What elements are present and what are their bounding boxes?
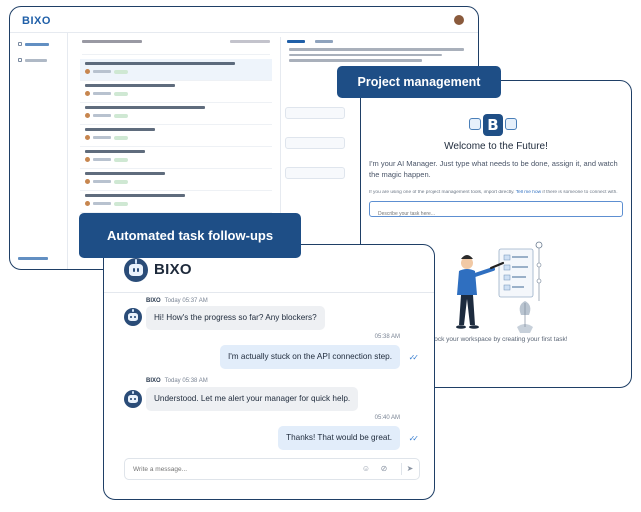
task-input[interactable] — [378, 207, 622, 221]
task-row[interactable] — [80, 169, 272, 191]
message-meta: BIXO Today 05:37 AM — [146, 298, 208, 304]
task-list-search[interactable] — [82, 49, 270, 55]
attach-icon[interactable]: ⊘ — [379, 464, 389, 474]
message-sender: BIXO — [146, 298, 161, 304]
logo-letter: B — [483, 114, 503, 136]
empty-state-tagline: Unlock your workspace by creating your f… — [424, 336, 568, 343]
message-day: Today — [164, 298, 181, 304]
emoji-icon[interactable]: ☺ — [361, 464, 371, 474]
task-row[interactable] — [80, 147, 272, 169]
detail-tabs — [281, 37, 472, 45]
message-bubble-incoming: Hi! How's the progress so far? Any block… — [146, 306, 325, 330]
task-row[interactable] — [80, 59, 272, 81]
chat-window: BIXO BIXO Today 05:37 AM Hi! How's the pr… — [103, 244, 435, 500]
message-time: 05:40 AM — [374, 415, 400, 421]
avatar[interactable] — [454, 15, 464, 25]
bixo-bot-icon — [124, 390, 142, 408]
dashboard-topbar: BIXO — [10, 7, 478, 33]
sidebar-item-icon — [18, 42, 22, 46]
dashboard-logo: BIXO — [22, 15, 51, 27]
import-hint-suffix: if there is someone to connect with. — [542, 190, 618, 195]
robot-icon — [505, 118, 517, 130]
message-bubble-incoming: Understood. Let me alert your manager fo… — [146, 387, 359, 411]
message-composer[interactable]: ☺ ⊘ ➤ — [124, 458, 420, 480]
message-time: 05:38 AM — [182, 378, 208, 384]
tab-details[interactable] — [287, 40, 305, 43]
project-management-label: Project management — [337, 66, 501, 98]
read-receipt-icon: ✓✓ — [408, 353, 420, 362]
dashboard-sidebar — [10, 33, 68, 269]
welcome-intro: I'm your AI Manager. Just type what need… — [369, 159, 618, 179]
task-row[interactable] — [80, 81, 272, 103]
sidebar-item-icon — [18, 58, 22, 62]
detail-message — [285, 167, 345, 179]
message-input[interactable] — [133, 459, 333, 479]
message-meta: BIXO Today 05:38 AM — [146, 378, 208, 384]
detail-message — [285, 107, 345, 119]
message-sender: BIXO — [146, 378, 161, 384]
sidebar-footer[interactable] — [18, 256, 48, 261]
task-row[interactable] — [80, 103, 272, 125]
message-time: 05:38 AM — [374, 334, 400, 340]
detail-message — [285, 137, 345, 149]
bixo-logo: B — [469, 114, 517, 136]
man-with-checklist-illustration — [456, 241, 543, 333]
read-receipt-icon: ✓✓ — [408, 434, 420, 443]
task-input-field[interactable] — [369, 201, 623, 221]
sidebar-item[interactable] — [18, 55, 59, 65]
import-hint: If you are using one of the project mana… — [369, 190, 627, 195]
send-icon[interactable]: ➤ — [405, 464, 415, 474]
bixo-bot-icon — [124, 258, 148, 282]
composer-divider — [401, 463, 402, 475]
robot-icon — [469, 118, 481, 130]
sidebar-item-active[interactable] — [18, 39, 59, 49]
message-bubble-outgoing: Thanks! That would be great. — [278, 426, 400, 450]
message-time: 05:37 AM — [182, 298, 208, 304]
task-row[interactable] — [80, 125, 272, 147]
chat-title: BIXO — [154, 261, 192, 278]
automated-followups-label: Automated task follow-ups — [79, 213, 301, 258]
message-bubble-outgoing: I'm actually stuck on the API connection… — [219, 345, 400, 369]
welcome-heading: Welcome to the Future! — [444, 141, 548, 152]
bixo-bot-icon — [124, 308, 142, 326]
task-row[interactable] — [80, 191, 272, 213]
task-list-header — [76, 37, 276, 47]
import-hint-link[interactable]: Tell me how — [516, 190, 541, 195]
message-day: Today — [164, 378, 181, 384]
import-hint-prefix: If you are using one of the project mana… — [369, 190, 515, 195]
tab-comments[interactable] — [315, 40, 333, 43]
